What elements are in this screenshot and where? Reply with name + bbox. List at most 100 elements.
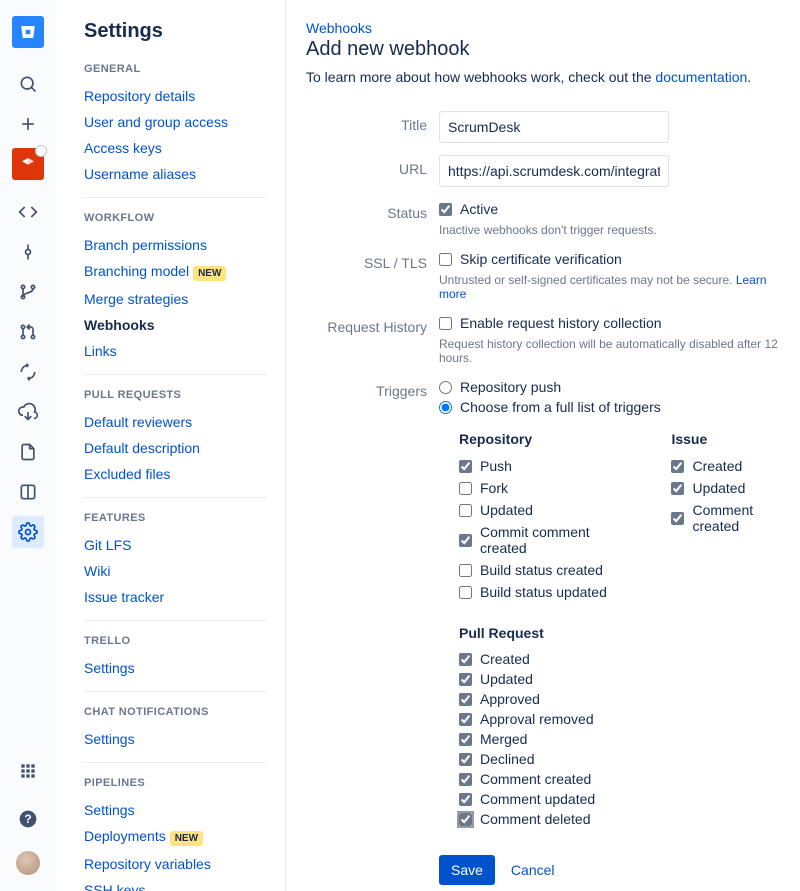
sidebar-item[interactable]: Settings bbox=[84, 655, 267, 681]
trigger-label: Build status created bbox=[480, 562, 603, 578]
ssl-skip-label: Skip certificate verification bbox=[460, 251, 622, 267]
sidebar-item[interactable]: Settings bbox=[84, 726, 267, 752]
trigger-label: Comment created bbox=[692, 502, 790, 534]
trigger-label: Declined bbox=[480, 751, 534, 767]
sidebar-item[interactable]: Default reviewers bbox=[84, 409, 267, 435]
breadcrumb[interactable]: Webhooks bbox=[306, 20, 790, 36]
main-content: Webhooks Add new webhook To learn more a… bbox=[286, 0, 800, 891]
trigger-label: Comment created bbox=[480, 771, 591, 787]
status-active-label: Active bbox=[460, 201, 498, 217]
trigger-checkbox[interactable] bbox=[459, 460, 472, 473]
sidebar-item[interactable]: Excluded files bbox=[84, 461, 267, 487]
trigger-label: Updated bbox=[692, 480, 745, 496]
pull-requests-icon[interactable] bbox=[12, 316, 44, 348]
group-label: PULL REQUESTS bbox=[84, 389, 267, 401]
pipelines-icon[interactable] bbox=[12, 356, 44, 388]
ssl-skip-checkbox[interactable] bbox=[439, 253, 452, 266]
group-label: WORKFLOW bbox=[84, 212, 267, 224]
icon-rail: ? bbox=[0, 0, 56, 891]
settings-icon[interactable] bbox=[12, 516, 44, 548]
sidebar-title: Settings bbox=[84, 20, 267, 43]
sidebar-item[interactable]: Webhooks bbox=[84, 312, 267, 338]
trigger-checkbox[interactable] bbox=[459, 534, 472, 547]
sidebar-item[interactable]: Branch permissions bbox=[84, 232, 267, 258]
trigger-checkbox[interactable] bbox=[459, 773, 472, 786]
trigger-checkbox[interactable] bbox=[459, 733, 472, 746]
sidebar-item[interactable]: Issue tracker bbox=[84, 584, 267, 610]
sidebar-item[interactable]: Username aliases bbox=[84, 161, 267, 187]
trigger-label: Commit comment created bbox=[480, 524, 621, 556]
sidebar-item[interactable]: Links bbox=[84, 338, 267, 364]
trigger-group-repository: Repository PushForkUpdatedCommit comment… bbox=[459, 431, 621, 603]
trigger-checkbox[interactable] bbox=[671, 512, 684, 525]
trigger-label: Approved bbox=[480, 691, 540, 707]
trigger-label: Comment deleted bbox=[480, 811, 591, 827]
sidebar-item[interactable]: Wiki bbox=[84, 558, 267, 584]
history-help: Request history collection will be autom… bbox=[439, 337, 790, 365]
sidebar-item[interactable]: Access keys bbox=[84, 135, 267, 161]
sidebar-item[interactable]: Default description bbox=[84, 435, 267, 461]
trigger-checkbox[interactable] bbox=[671, 482, 684, 495]
sidebar-item[interactable]: Branching modelNEW bbox=[84, 258, 267, 286]
trigger-checkbox[interactable] bbox=[459, 673, 472, 686]
sidebar-item[interactable]: User and group access bbox=[84, 109, 267, 135]
sidebar-item[interactable]: Repository variables bbox=[84, 851, 267, 877]
trigger-checkbox[interactable] bbox=[459, 482, 472, 495]
search-icon[interactable] bbox=[12, 68, 44, 100]
help-icon[interactable]: ? bbox=[12, 803, 44, 835]
branches-icon[interactable] bbox=[12, 276, 44, 308]
trigger-checkbox[interactable] bbox=[459, 753, 472, 766]
sidebar-item[interactable]: Git LFS bbox=[84, 532, 267, 558]
history-checkbox-label: Enable request history collection bbox=[460, 315, 662, 331]
trigger-checkbox[interactable] bbox=[459, 504, 472, 517]
url-input[interactable] bbox=[439, 155, 669, 187]
user-avatar[interactable] bbox=[16, 851, 40, 875]
trigger-checkbox[interactable] bbox=[671, 460, 684, 473]
sidebar-item[interactable]: Merge strategies bbox=[84, 286, 267, 312]
repo-tile-icon[interactable] bbox=[12, 148, 44, 180]
group-label: GENERAL bbox=[84, 63, 267, 75]
new-badge: NEW bbox=[193, 266, 226, 281]
status-label: Status bbox=[306, 199, 439, 237]
trigger-label: Updated bbox=[480, 671, 533, 687]
bitbucket-logo-icon[interactable] bbox=[12, 16, 44, 48]
downloads-icon[interactable] bbox=[12, 436, 44, 468]
trigger-full-radio[interactable] bbox=[439, 401, 452, 414]
plus-icon[interactable] bbox=[12, 108, 44, 140]
ssl-label: SSL / TLS bbox=[306, 249, 439, 301]
ssl-help: Untrusted or self-signed certificates ma… bbox=[439, 273, 790, 301]
trigger-full-radio-label: Choose from a full list of triggers bbox=[460, 399, 661, 415]
trigger-group-issue: Issue CreatedUpdatedComment created bbox=[671, 431, 790, 603]
trigger-checkbox[interactable] bbox=[459, 813, 472, 826]
trigger-label: Approval removed bbox=[480, 711, 594, 727]
source-icon[interactable] bbox=[12, 196, 44, 228]
documentation-link[interactable]: documentation bbox=[655, 69, 747, 85]
trigger-label: Created bbox=[692, 458, 742, 474]
trigger-checkbox[interactable] bbox=[459, 653, 472, 666]
apps-icon[interactable] bbox=[12, 755, 44, 787]
intro-text: To learn more about how webhooks work, c… bbox=[306, 69, 790, 85]
sidebar-item[interactable]: Settings bbox=[84, 797, 267, 823]
deployments-icon[interactable] bbox=[12, 396, 44, 428]
trigger-push-radio[interactable] bbox=[439, 381, 452, 394]
trigger-checkbox[interactable] bbox=[459, 586, 472, 599]
status-active-checkbox[interactable] bbox=[439, 203, 452, 216]
history-checkbox[interactable] bbox=[439, 317, 452, 330]
trigger-checkbox[interactable] bbox=[459, 713, 472, 726]
commits-icon[interactable] bbox=[12, 236, 44, 268]
cancel-button[interactable]: Cancel bbox=[511, 862, 555, 878]
status-help: Inactive webhooks don't trigger requests… bbox=[439, 223, 790, 237]
sidebar-item[interactable]: SSH keys bbox=[84, 877, 267, 891]
group-label: PIPELINES bbox=[84, 777, 267, 789]
title-input[interactable] bbox=[439, 111, 669, 143]
page-title: Add new webhook bbox=[306, 38, 790, 61]
boards-icon[interactable] bbox=[12, 476, 44, 508]
sidebar-item[interactable]: Repository details bbox=[84, 83, 267, 109]
save-button[interactable]: Save bbox=[439, 855, 495, 885]
trigger-label: Fork bbox=[480, 480, 508, 496]
trigger-checkbox[interactable] bbox=[459, 564, 472, 577]
group-label: FEATURES bbox=[84, 512, 267, 524]
sidebar-item[interactable]: DeploymentsNEW bbox=[84, 823, 267, 851]
trigger-checkbox[interactable] bbox=[459, 793, 472, 806]
trigger-checkbox[interactable] bbox=[459, 693, 472, 706]
